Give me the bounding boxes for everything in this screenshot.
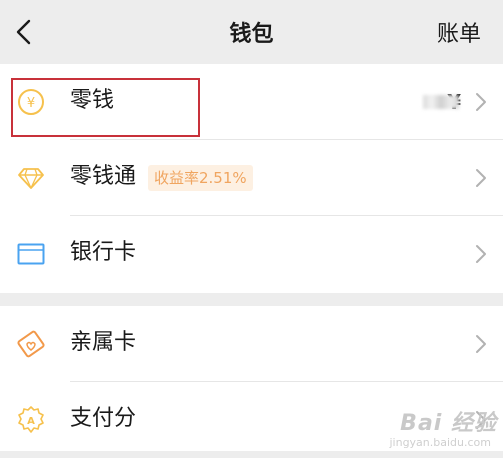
blurred-balance	[423, 95, 459, 109]
bill-button[interactable]: 账单	[437, 16, 481, 48]
family-card-label: 亲属卡	[70, 330, 137, 355]
yield-rate-badge: 收益率2.51%	[148, 165, 253, 191]
watermark-subtext: jingyan.baidu.com	[389, 436, 491, 449]
pay-score-icon: A	[18, 406, 44, 433]
yen-coin-icon: ¥	[18, 89, 44, 115]
chevron-right-icon	[476, 93, 486, 111]
bank-card-row[interactable]: 银行卡	[0, 216, 503, 292]
chevron-right-icon	[476, 169, 486, 187]
lingqiantong-row[interactable]: 零钱通 收益率2.51%	[0, 140, 503, 216]
bank-card-icon	[17, 243, 45, 265]
page-title: 钱包	[229, 22, 274, 47]
change-label: 零钱	[70, 88, 115, 113]
svg-text:A: A	[27, 416, 35, 427]
family-card-icon	[17, 330, 45, 358]
bank-card-label: 银行卡	[70, 240, 137, 265]
svg-text:¥: ¥	[27, 96, 35, 111]
lingqiantong-label: 零钱通	[70, 164, 137, 189]
watermark-text: Bai 经验	[400, 411, 497, 436]
chevron-right-icon	[476, 245, 486, 263]
family-card-row[interactable]: 亲属卡	[0, 306, 503, 382]
top-nav-bar: 钱包 账单	[0, 0, 503, 64]
wallet-section-main: ¥ 零钱 ¥ 零钱通 收益率2.51% 银行卡	[0, 64, 503, 293]
chevron-right-icon	[476, 335, 486, 353]
pay-score-label: 支付分	[70, 406, 137, 431]
change-row[interactable]: ¥ 零钱 ¥	[0, 64, 503, 140]
diamond-icon	[18, 168, 44, 189]
